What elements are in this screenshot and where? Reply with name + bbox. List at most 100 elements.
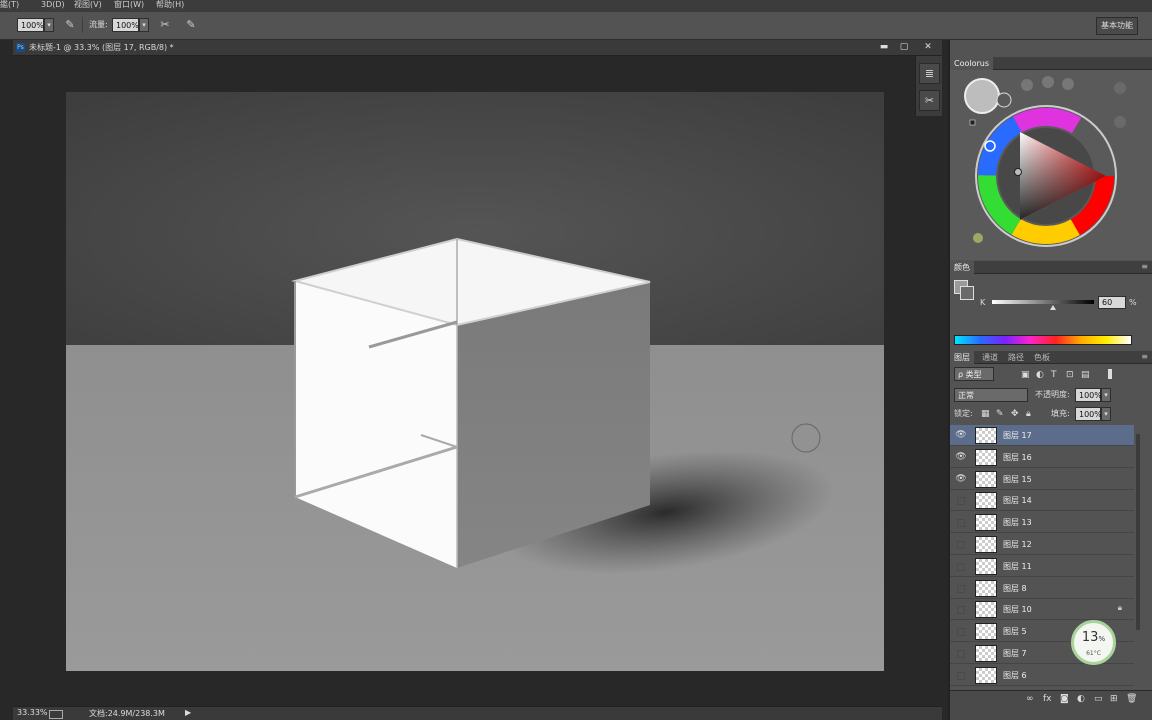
folder-icon[interactable]: ▭: [1094, 694, 1103, 704]
layer-thumbnail[interactable]: [975, 427, 997, 444]
adjustment-filter-icon[interactable]: ◐: [1036, 370, 1044, 380]
layer-opacity-field[interactable]: 100%: [1075, 388, 1102, 402]
opacity-field[interactable]: 100%: [17, 18, 44, 32]
mode-icon[interactable]: [1042, 76, 1054, 88]
layer-name[interactable]: 图层 5: [1003, 621, 1027, 642]
tab-channels[interactable]: 通道: [978, 351, 1002, 364]
view-icon[interactable]: [49, 710, 63, 719]
pressure-opacity-icon[interactable]: ✎: [62, 17, 78, 33]
minimize-button[interactable]: ▬: [874, 40, 894, 54]
color-picker-handle[interactable]: [1014, 168, 1022, 176]
layer-thumbnail[interactable]: [975, 470, 997, 488]
flow-dropdown-arrow[interactable]: ▾: [139, 18, 149, 32]
filter-kind-select[interactable]: ρ 类型: [954, 367, 994, 381]
k-slider-thumb[interactable]: [1050, 305, 1056, 310]
layer-name[interactable]: 图层 11: [1003, 556, 1032, 577]
background-color[interactable]: [960, 286, 974, 300]
layer-name[interactable]: 图层 7: [1003, 643, 1027, 664]
tab-paths[interactable]: 路径: [1004, 351, 1028, 364]
visibility-eye-icon[interactable]: [957, 606, 965, 615]
wheel-mode-icon[interactable]: [973, 233, 983, 243]
new-layer-icon[interactable]: ⊞: [1110, 694, 1118, 704]
visibility-eye-icon[interactable]: [957, 519, 965, 528]
layer-name[interactable]: 图层 17: [1003, 425, 1032, 446]
tab-color[interactable]: 颜色: [950, 261, 974, 274]
layer-thumbnail[interactable]: [975, 645, 997, 662]
lock-position-icon[interactable]: ✥: [1011, 409, 1019, 419]
mode-icon[interactable]: [1021, 79, 1033, 91]
tab-layers[interactable]: 图层: [950, 351, 974, 364]
layer-thumbnail[interactable]: [975, 492, 997, 510]
layer-name[interactable]: 图层 14: [1003, 490, 1032, 511]
trash-icon[interactable]: 🗑︎: [1126, 694, 1137, 704]
layer-list-scrollbar[interactable]: [1136, 434, 1140, 630]
opacity-dropdown-arrow[interactable]: ▾: [44, 18, 54, 32]
layer-row[interactable]: 图层 11: [950, 556, 1134, 577]
mask-icon[interactable]: ◙: [1060, 694, 1069, 704]
layer-thumbnail[interactable]: [975, 557, 997, 575]
layer-opacity-arrow[interactable]: ▾: [1101, 388, 1111, 402]
layer-row[interactable]: 👁︎ 图层 17: [950, 425, 1134, 446]
visibility-eye-icon[interactable]: 👁︎: [954, 473, 968, 486]
layer-thumbnail[interactable]: [975, 623, 997, 641]
visibility-eye-icon[interactable]: [957, 650, 965, 658]
layer-name[interactable]: 图层 8: [1003, 578, 1027, 599]
menu-item-view[interactable]: 视图(V): [74, 0, 102, 10]
document-tab[interactable]: Ps 未标题-1 @ 33.3% (图层 17, RGB/8) * ▬ ▢ ✕: [13, 40, 942, 56]
link-icon[interactable]: ∞: [1026, 694, 1034, 704]
visibility-eye-icon[interactable]: [957, 584, 965, 593]
airbrush-icon[interactable]: ✂: [157, 17, 173, 33]
close-button[interactable]: ✕: [918, 40, 938, 54]
maximize-button[interactable]: ▢: [894, 40, 914, 54]
pressure-size-icon[interactable]: ✎: [183, 17, 199, 33]
visibility-eye-icon[interactable]: [957, 671, 965, 680]
menu-item-window[interactable]: 窗口(W): [114, 0, 144, 10]
reset-colors-icon[interactable]: [969, 119, 976, 126]
type-filter-icon[interactable]: T: [1051, 370, 1057, 380]
layer-thumbnail[interactable]: [975, 579, 997, 597]
current-color-swatch[interactable]: [964, 78, 1000, 114]
smart-object-filter-icon[interactable]: ▤: [1081, 370, 1090, 380]
visibility-eye-icon[interactable]: [957, 497, 965, 506]
canvas[interactable]: [66, 92, 884, 671]
layer-row[interactable]: 图层 6: [950, 665, 1134, 686]
menu-item-image[interactable]: 鑑(T): [0, 0, 19, 10]
color-wheel[interactable]: [950, 70, 1152, 260]
fx-icon[interactable]: fx: [1043, 694, 1052, 704]
layer-row[interactable]: 图层 12: [950, 534, 1134, 555]
menu-item-3d[interactable]: 3D(D): [41, 0, 65, 10]
zoom-level[interactable]: 33.33%: [17, 708, 48, 717]
layer-row[interactable]: 图层 10 🔒︎: [950, 599, 1134, 621]
layer-name[interactable]: 图层 16: [1003, 447, 1032, 468]
layer-name[interactable]: 图层 10: [1003, 599, 1032, 620]
swap-icon[interactable]: [1114, 116, 1126, 128]
image-filter-icon[interactable]: ▣: [1021, 370, 1030, 380]
layer-thumbnail[interactable]: [975, 536, 997, 553]
mode-icon[interactable]: [1062, 78, 1074, 90]
visibility-eye-icon[interactable]: [957, 628, 965, 637]
lock-pixels-icon[interactable]: ✎: [996, 409, 1004, 419]
layer-thumbnail[interactable]: [975, 448, 997, 466]
panel-menu-icon[interactable]: ≡: [1141, 351, 1148, 363]
layer-name[interactable]: 图层 6: [1003, 665, 1027, 686]
k-slider-track[interactable]: [992, 300, 1094, 304]
workspace-switcher[interactable]: 基本功能: [1096, 17, 1138, 35]
layer-thumbnail[interactable]: [975, 601, 997, 619]
previous-color-swatch[interactable]: [996, 92, 1012, 108]
shape-filter-icon[interactable]: ⊡: [1066, 370, 1074, 380]
visibility-eye-icon[interactable]: 👁︎: [954, 451, 968, 464]
visibility-eye-icon[interactable]: [957, 541, 965, 549]
fill-arrow[interactable]: ▾: [1101, 407, 1111, 421]
settings-icon[interactable]: [1114, 82, 1126, 94]
lock-all-icon[interactable]: 🔒︎: [1026, 409, 1031, 419]
filter-toggle-icon[interactable]: [1108, 369, 1112, 379]
blend-mode-select[interactable]: 正常: [954, 388, 1028, 402]
tool-presets-icon[interactable]: ✂: [919, 90, 940, 111]
menu-item-help[interactable]: 帮助(H): [156, 0, 184, 10]
status-menu-arrow[interactable]: ▶: [185, 708, 191, 717]
history-panel-icon[interactable]: ≣: [919, 63, 940, 84]
flow-field[interactable]: 100%: [112, 18, 139, 32]
layer-thumbnail[interactable]: [975, 514, 997, 532]
panel-menu-icon[interactable]: ≡: [1141, 261, 1148, 273]
layer-row[interactable]: 👁︎ 图层 15: [950, 469, 1134, 490]
